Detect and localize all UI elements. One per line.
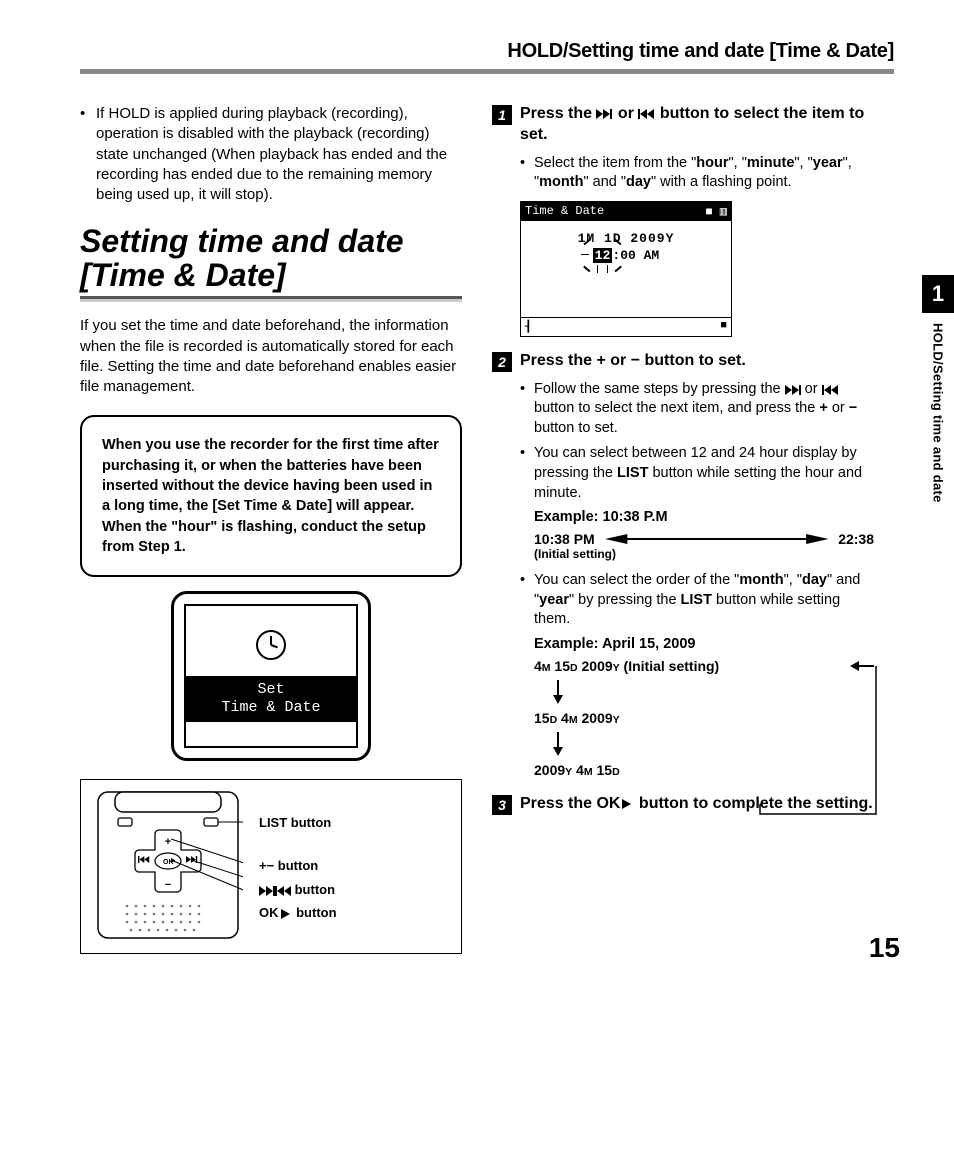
time-12h: 10:38 PM [534, 531, 595, 547]
step-2: 2 Press the + or − button to set. [492, 351, 874, 372]
label-ok-button: OK button [259, 901, 337, 924]
svg-text:+: + [165, 836, 171, 848]
date-order-cycle: 4M 15D 2009Y (Initial setting) 15D 4M 20… [534, 658, 874, 778]
section-heading: Setting time and date [Time & Date] [80, 225, 462, 292]
device-drawing: + − OK [93, 790, 243, 940]
first-use-notice: When you use the recorder for the first … [80, 415, 462, 577]
cycle-return-line [758, 664, 878, 819]
left-column: • If HOLD is applied during playback (re… [80, 104, 462, 954]
step-2-bullet-1: • Follow the same steps by pressing the … [520, 380, 874, 439]
chapter-number: 1 [922, 275, 954, 313]
notice-bold: Set Time & Date [217, 498, 327, 514]
arrow-down-icon [552, 680, 564, 704]
battery-icon: ▥ [720, 205, 727, 219]
page-header: HOLD/Setting time and date [Time & Date] [80, 40, 894, 63]
step-2-bullet-2: • You can select between 12 and 24 hour … [520, 444, 874, 503]
time-24h: 22:38 [838, 531, 874, 547]
label-seek-button: button [259, 878, 337, 901]
page-number: 15 [869, 932, 900, 964]
device-illustration: + − OK [80, 779, 462, 954]
svg-text:−: − [165, 879, 171, 891]
side-label: HOLD/Setting time and date [931, 323, 946, 503]
hold-note: • If HOLD is applied during playback (re… [80, 104, 462, 205]
header-rule [80, 69, 894, 74]
lcd-line-2: Time & Date [186, 699, 356, 717]
hold-note-text: If HOLD is applied during playback (reco… [96, 104, 462, 205]
screen-title: Time & Date [525, 204, 604, 219]
arrow-down-icon [552, 732, 564, 756]
example-date: Example: April 15, 2009 [534, 636, 874, 652]
clock-icon [256, 630, 286, 660]
screen-date: 1M 1D 2009Y [521, 231, 731, 246]
time-date-screen: Time & Date ■ ▥ 1M 1D 2009Y 12 [520, 201, 732, 337]
step-1-bullet: • Select the item from the "hour", "minu… [520, 154, 874, 193]
step-number-3: 3 [492, 795, 512, 815]
step-1: 1 Press the or button to select the item… [492, 104, 874, 146]
side-tab: 1 HOLD/Setting time and date [922, 275, 954, 503]
stop-icon: ■ [705, 205, 712, 219]
time-format-compare: 10:38 PM 22:38 (Initial setting) [534, 531, 874, 561]
step-1-heading: Press the or button to select the item t… [520, 104, 874, 146]
screen-br: ■ [720, 320, 727, 334]
lcd-illustration: Set Time & Date [171, 591, 371, 761]
right-column: 1 Press the or button to select the item… [492, 104, 894, 954]
section-rule [80, 296, 462, 302]
screen-time: 12 :00 AM [593, 248, 659, 263]
label-plus-minus: +− button [259, 854, 337, 877]
step-number-2: 2 [492, 352, 512, 372]
screen-bl: ┨ [525, 320, 532, 334]
label-list-button: LIST button [259, 811, 337, 834]
initial-setting-note: (Initial setting) [534, 547, 874, 561]
intro-paragraph: If you set the time and date beforehand,… [80, 316, 462, 397]
example-1038: Example: 10:38 P.M [534, 509, 874, 525]
step-number-1: 1 [492, 105, 512, 125]
lcd-line-1: Set [186, 681, 356, 699]
step-2-heading: Press the + or − button to set. [520, 351, 746, 372]
step-2-bullet-3: • You can select the order of the "month… [520, 571, 874, 630]
double-arrow-icon [605, 532, 828, 546]
